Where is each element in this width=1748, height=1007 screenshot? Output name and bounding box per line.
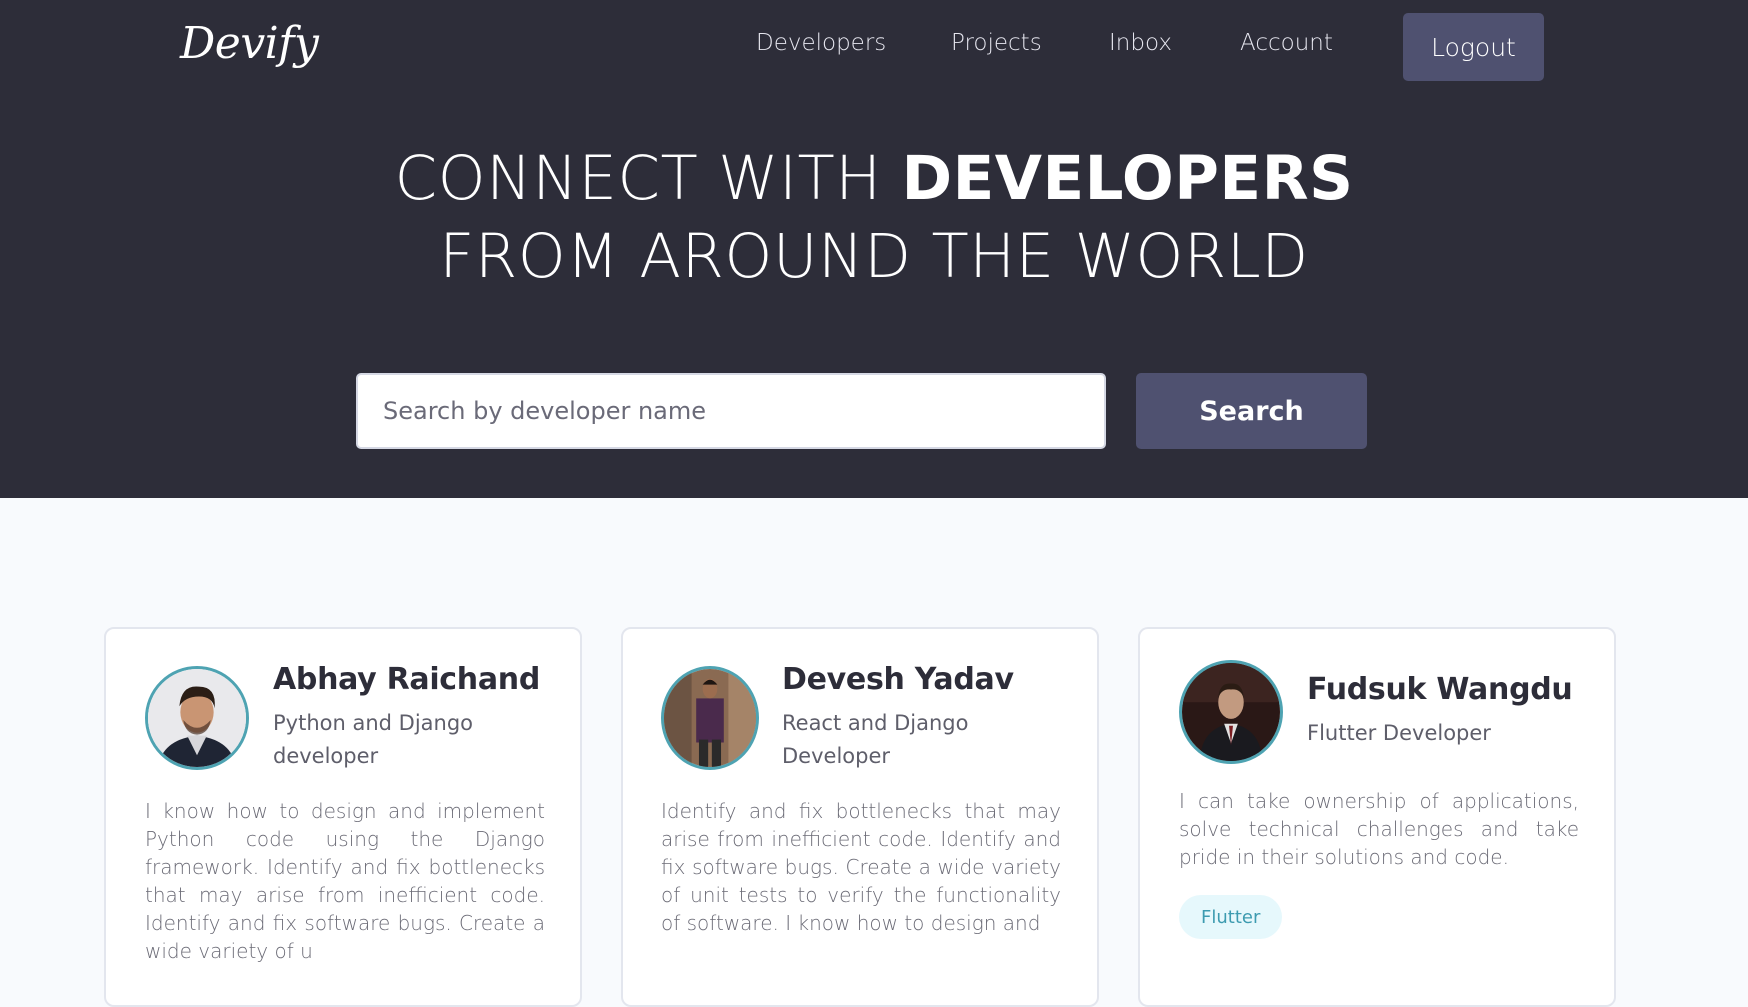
developer-role: React and Django Developer [782, 711, 969, 768]
developer-photo [1182, 663, 1280, 761]
developer-photo [148, 669, 246, 767]
hero-title: CONNECT WITH DEVELOPERS FROM AROUND THE … [0, 140, 1748, 296]
header: Devify Developers Projects Inbox Account… [0, 0, 1748, 498]
nav-link-inbox[interactable]: Inbox [1109, 30, 1172, 56]
hero-line-1-prefix: CONNECT WITH [394, 143, 902, 214]
nav-link-account[interactable]: Account [1240, 30, 1333, 56]
search-button[interactable]: Search [1136, 373, 1367, 449]
developer-avatar [145, 666, 249, 770]
developer-card[interactable]: Devesh Yadav React and Django Developer … [621, 627, 1099, 1007]
hero-line-1-bold: DEVELOPERS [901, 143, 1354, 214]
nav-link-developers[interactable]: Developers [756, 30, 886, 56]
navbar: Devify Developers Projects Inbox Account… [0, 0, 1748, 90]
developer-bio: Identify and fix bottlenecks that may ar… [661, 799, 1061, 935]
developer-photo [664, 669, 756, 767]
developer-name[interactable]: Abhay Raichand [273, 662, 540, 697]
developer-role: Python and Django developer [273, 711, 474, 768]
developer-role: Flutter Developer [1307, 721, 1491, 745]
developer-avatar [1179, 660, 1283, 764]
developer-avatar [661, 666, 759, 770]
hero-line-1: CONNECT WITH DEVELOPERS [0, 140, 1748, 218]
hero-line-2: FROM AROUND THE WORLD [439, 221, 1309, 292]
search-input[interactable] [356, 373, 1106, 449]
skill-tag[interactable]: Flutter [1179, 895, 1283, 939]
developer-name[interactable]: Devesh Yadav [782, 662, 1014, 697]
nav-link-projects[interactable]: Projects [951, 30, 1042, 56]
developer-bio: I can take ownership of applications, so… [1179, 789, 1579, 869]
logout-button[interactable]: Logout [1403, 13, 1544, 81]
developer-card[interactable]: Fudsuk Wangdu Flutter Developer I can ta… [1138, 627, 1616, 1007]
developer-bio: I know how to design and implement Pytho… [145, 799, 545, 963]
developer-name[interactable]: Fudsuk Wangdu [1307, 672, 1573, 707]
developer-card[interactable]: Abhay Raichand Python and Django develop… [104, 627, 582, 1007]
logo[interactable]: Devify [180, 18, 319, 69]
